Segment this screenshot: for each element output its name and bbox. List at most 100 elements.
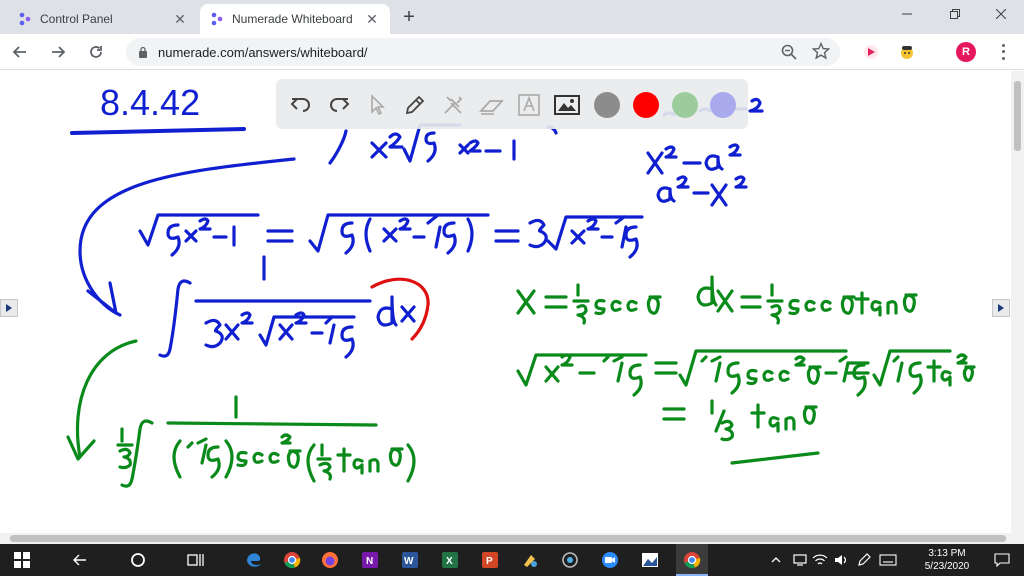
chrome-icon xyxy=(684,552,701,569)
blue-handwriting xyxy=(78,97,764,359)
taskbar-word[interactable]: W xyxy=(398,548,422,572)
tab-control-panel[interactable]: Control Panel ✕ xyxy=(8,4,198,34)
horizontal-scrollbar[interactable] xyxy=(0,533,1024,544)
restore-icon xyxy=(950,9,960,19)
whiteboard-heading: 8.4.42 xyxy=(100,82,200,123)
close-tab-icon[interactable]: ✕ xyxy=(364,11,380,27)
restore-button[interactable] xyxy=(932,0,978,28)
close-icon xyxy=(996,9,1006,19)
arrow-left-icon xyxy=(12,46,26,58)
back-button[interactable] xyxy=(8,40,32,64)
zoom-camera-icon xyxy=(602,552,618,568)
taskbar-edge[interactable] xyxy=(242,548,266,572)
svg-text:X: X xyxy=(446,556,453,567)
extension-character-icon[interactable] xyxy=(898,43,916,61)
image-tool[interactable] xyxy=(554,92,580,118)
pen-workspace-icon xyxy=(858,553,871,566)
action-center-button[interactable] xyxy=(990,548,1014,572)
taskbar-back-button[interactable] xyxy=(68,548,92,572)
extension-arrow-icon[interactable] xyxy=(862,43,880,61)
tray-volume[interactable] xyxy=(830,548,854,572)
undo-icon xyxy=(290,98,310,112)
next-page-button[interactable] xyxy=(992,299,1010,317)
eraser-icon xyxy=(478,100,504,115)
tools-button[interactable] xyxy=(440,92,466,118)
tab-numerade-whiteboard[interactable]: Numerade Whiteboard ✕ xyxy=(200,4,390,34)
color-swatch-green[interactable] xyxy=(672,92,698,118)
speaker-icon xyxy=(835,555,847,565)
taskbar-chrome[interactable] xyxy=(280,548,304,572)
taskbar-firefox[interactable] xyxy=(318,548,342,572)
color-swatch-red[interactable] xyxy=(633,92,659,118)
tray-wifi[interactable] xyxy=(808,548,832,572)
browser-tab-strip: Control Panel ✕ Numerade Whiteboard ✕ + xyxy=(0,0,1024,34)
zoom-icon[interactable] xyxy=(780,43,798,61)
task-view-icon xyxy=(187,554,204,566)
start-button[interactable] xyxy=(10,548,34,572)
browser-menu-button[interactable] xyxy=(996,42,1010,62)
taskbar-chrome-active[interactable] xyxy=(680,548,704,572)
pen-icon xyxy=(405,95,425,115)
vertical-scrollbar[interactable] xyxy=(1011,71,1024,533)
arrow-left-icon xyxy=(73,554,86,566)
whiteboard-canvas[interactable]: 8.4.42 xyxy=(0,71,1024,533)
text-icon xyxy=(518,94,540,116)
svg-text:P: P xyxy=(486,556,493,567)
undo-button[interactable] xyxy=(288,92,314,118)
taskbar-excel[interactable]: X xyxy=(438,548,462,572)
scrollbar-thumb[interactable] xyxy=(1014,81,1021,151)
taskbar-onenote[interactable]: N xyxy=(358,548,382,572)
scrollbar-thumb[interactable] xyxy=(10,535,1006,542)
minimize-icon xyxy=(902,13,912,15)
excel-icon: X xyxy=(442,552,458,568)
pointer-tool[interactable] xyxy=(364,92,390,118)
record-circle-icon xyxy=(562,552,578,568)
cortana-button[interactable] xyxy=(126,548,150,572)
browser-toolbar: numerade.com/answers/whiteboard/ R xyxy=(0,34,1024,70)
wifi-icon xyxy=(812,554,828,565)
firefox-icon xyxy=(322,552,338,568)
screen: Control Panel ✕ Numerade Whiteboard ✕ + xyxy=(0,0,1024,576)
eraser-tool[interactable] xyxy=(478,92,504,118)
tray-pen[interactable] xyxy=(852,548,876,572)
play-right-icon xyxy=(998,304,1004,312)
close-tab-icon[interactable]: ✕ xyxy=(172,11,188,27)
minimize-button[interactable] xyxy=(884,0,930,28)
previous-page-button[interactable] xyxy=(0,299,18,317)
arrow-right-icon xyxy=(52,46,66,58)
pen-tool[interactable] xyxy=(402,92,428,118)
task-view-button[interactable] xyxy=(184,548,208,572)
tray-chevron[interactable] xyxy=(764,548,788,572)
taskbar-paint[interactable] xyxy=(518,548,542,572)
pointer-icon xyxy=(371,94,385,116)
taskbar-zoom[interactable] xyxy=(598,548,622,572)
profile-avatar[interactable]: R xyxy=(956,42,976,62)
color-swatch-gray[interactable] xyxy=(594,92,620,118)
forward-button[interactable] xyxy=(46,40,70,64)
tab-title: Control Panel xyxy=(40,12,113,26)
address-bar[interactable]: numerade.com/answers/whiteboard/ xyxy=(126,38,840,66)
taskbar-photos[interactable] xyxy=(638,548,662,572)
edge-icon xyxy=(247,553,261,567)
star-icon[interactable] xyxy=(812,42,830,60)
url-text: numerade.com/answers/whiteboard/ xyxy=(158,45,368,60)
taskbar-clock[interactable]: 3:13 PM 5/23/2020 xyxy=(916,547,978,573)
taskbar-powerpoint[interactable]: P xyxy=(478,548,502,572)
display-icon xyxy=(793,554,807,566)
clock-time: 3:13 PM xyxy=(928,548,966,559)
new-tab-button[interactable]: + xyxy=(398,6,420,28)
color-swatch-blue[interactable] xyxy=(710,92,736,118)
play-left-icon xyxy=(6,304,12,312)
tray-keyboard[interactable] xyxy=(876,548,900,572)
powerpoint-icon: P xyxy=(482,552,498,568)
taskbar-recorder[interactable] xyxy=(558,548,582,572)
tab-title: Numerade Whiteboard xyxy=(232,12,353,26)
chevron-up-icon xyxy=(771,557,781,563)
notification-icon xyxy=(994,553,1010,567)
redo-button[interactable] xyxy=(326,92,352,118)
redo-icon xyxy=(330,98,350,112)
reload-button[interactable] xyxy=(84,40,108,64)
text-tool[interactable] xyxy=(516,92,542,118)
close-window-button[interactable] xyxy=(978,0,1024,28)
numerade-logo-icon xyxy=(211,12,223,26)
